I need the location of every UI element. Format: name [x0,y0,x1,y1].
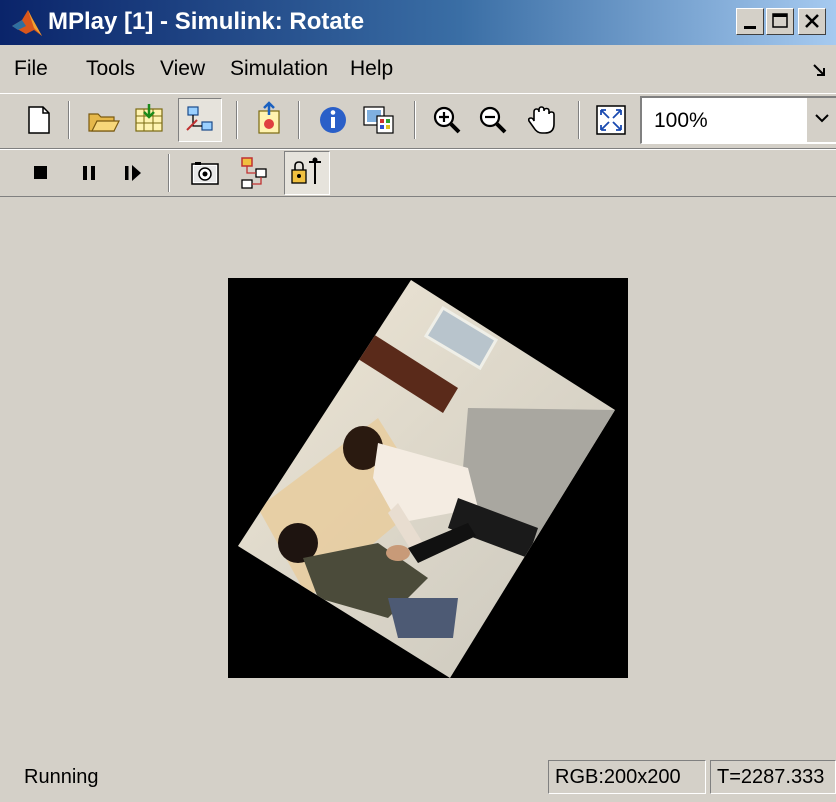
zoom-in-icon [433,106,461,134]
chevron-down-icon [815,114,829,123]
connect-button[interactable] [178,98,222,142]
zoom-out-icon [479,106,507,134]
menu-simulation[interactable]: Simulation [230,55,328,83]
pause-icon [83,166,95,180]
info-icon [320,107,346,133]
open-button[interactable] [84,101,122,139]
maximize-icon [772,13,788,28]
export-icon [258,101,280,134]
zoom-out-button[interactable] [474,101,512,139]
menu-tools[interactable]: Tools [86,55,135,83]
matlab-logo-icon [12,10,42,36]
maximize-button[interactable] [766,8,794,35]
video-display [228,278,628,678]
zoom-combo[interactable]: 100% [640,96,836,144]
status-state: Running [24,766,99,788]
colormap-button[interactable] [360,101,398,139]
dock-arrow-icon[interactable] [810,60,830,80]
menu-file[interactable]: File [14,55,48,83]
step-forward-icon [125,165,141,181]
toolbar-separator [298,101,300,139]
toolbar-separator [578,101,580,139]
lock-scope-button[interactable] [284,151,330,195]
menu-bar: File Tools View Simulation Help [0,45,836,93]
fit-button[interactable] [592,101,630,139]
menu-view[interactable]: View [160,55,205,83]
export-button[interactable] [250,101,288,139]
status-time: T=2287.333 [710,760,836,794]
minimize-icon [744,26,756,29]
close-icon [805,14,819,28]
snapshot-button[interactable] [186,154,224,192]
status-time-text: T=2287.333 [717,766,825,788]
rotated-video-frame [238,280,615,678]
toolbar-separator [168,154,170,192]
snapshot-camera-icon [191,162,219,185]
open-folder-icon [88,113,120,132]
new-document-icon [28,106,50,134]
window-title: MPlay [1] - Simulink: Rotate [48,8,365,35]
zoom-dropdown-button[interactable] [806,98,836,142]
highlight-block-icon [241,157,267,189]
close-button[interactable] [798,8,826,35]
toolbar-separator [414,101,416,139]
status-format: RGB:200x200 [548,760,706,794]
toolbar-separator [236,101,238,139]
lock-scope-icon [291,157,321,184]
status-format-text: RGB:200x200 [555,766,681,788]
highlight-block-button[interactable] [236,154,274,192]
minimize-button[interactable] [736,8,764,35]
colormap-icon [363,106,394,134]
step-forward-button[interactable] [114,154,152,192]
new-button[interactable] [20,101,58,139]
zoom-in-button[interactable] [428,101,466,139]
zoom-value[interactable]: 100% [654,108,708,134]
title-bar[interactable]: MPlay [1] - Simulink: Rotate [0,0,836,45]
pan-button[interactable] [524,101,562,139]
menu-help[interactable]: Help [350,55,393,83]
connect-to-model-icon [186,106,213,131]
fit-to-window-icon [596,105,626,135]
pause-button[interactable] [70,154,108,192]
import-icon [135,104,163,132]
info-button[interactable] [314,101,352,139]
pan-hand-icon [527,106,555,134]
import-button[interactable] [130,101,168,139]
stop-icon [34,166,47,179]
toolbar-separator [68,101,70,139]
stop-button[interactable] [22,154,60,192]
